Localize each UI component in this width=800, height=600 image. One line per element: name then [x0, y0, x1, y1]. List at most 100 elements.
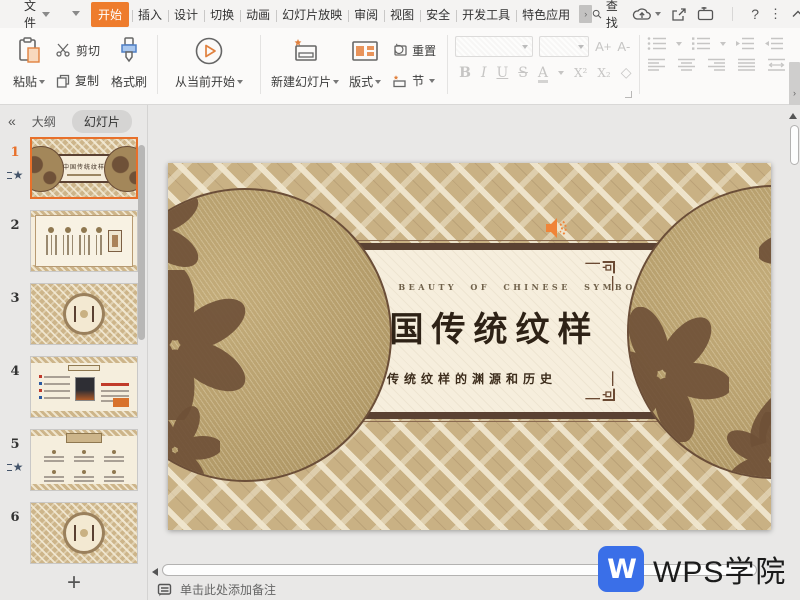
wps-logo-letter: W — [607, 554, 635, 585]
tab-security[interactable]: 安全 — [420, 2, 456, 27]
font-color-button[interactable]: A — [538, 65, 548, 81]
align-right-button[interactable] — [707, 58, 726, 72]
scroll-left-arrow[interactable] — [152, 568, 158, 576]
reset-button[interactable]: 重置 — [388, 40, 440, 61]
superscript-button[interactable]: X² — [574, 66, 587, 80]
right-ornament-circle — [627, 185, 771, 479]
paragraph-group — [645, 33, 788, 104]
divider — [639, 35, 640, 94]
underline-button[interactable]: U — [496, 65, 508, 81]
copy-button[interactable]: 复制 — [52, 70, 104, 91]
add-slide-button[interactable]: + — [52, 570, 96, 596]
tab-view[interactable]: 视图 — [384, 2, 420, 27]
tab-animations[interactable]: 动画 — [240, 2, 276, 27]
format-painter-button[interactable]: 格式刷 — [106, 33, 152, 104]
left-ornament-circle — [168, 188, 392, 482]
thumb4-top-strip — [31, 357, 137, 363]
align-left-button[interactable] — [647, 58, 666, 72]
thumb4-orange-block — [113, 398, 129, 407]
font-name-combo[interactable] — [455, 36, 533, 57]
bold-button[interactable]: B — [459, 65, 471, 81]
section-button[interactable]: 节 — [388, 70, 440, 91]
font-dialog-launcher[interactable] — [625, 91, 632, 98]
format-painter-icon — [117, 35, 141, 67]
strikethrough-button[interactable]: S — [518, 65, 528, 81]
slide-row-1: 1 ★ 中国传统纹样 — [0, 137, 147, 199]
layout-button[interactable]: 版式 — [344, 33, 386, 104]
search-icon — [592, 7, 602, 21]
font-group: A+ A- B I U S A X² X₂ ◇ — [453, 33, 633, 104]
numbering-button[interactable] — [691, 36, 711, 51]
section-label: 节 — [412, 72, 424, 89]
more-tabs-button[interactable]: › — [579, 5, 592, 23]
thumb4-red-bar — [101, 383, 129, 386]
share-button[interactable] — [671, 7, 687, 22]
thumb5-header-ribbon — [66, 433, 102, 443]
justify-button[interactable] — [737, 58, 756, 72]
sidebar-scrollbar[interactable] — [138, 145, 145, 340]
decrease-indent-button[interactable] — [735, 36, 755, 51]
tab-slideshow[interactable]: 幻灯片放映 — [276, 2, 348, 27]
distribute-button[interactable] — [767, 58, 786, 72]
menu-bar: 文件 开始 插入 设计 切换 动画 幻灯片放映 审阅 视图 安全 开发工具 特色… — [0, 0, 800, 28]
file-menu[interactable]: 文件 — [20, 0, 54, 31]
cut-button[interactable]: 剪切 — [52, 40, 104, 61]
paste-button[interactable]: 粘贴 — [8, 33, 50, 104]
bullets-button[interactable] — [647, 36, 667, 51]
slide-thumbnail-6[interactable] — [30, 502, 138, 564]
slide-thumbnail-1[interactable]: 中国传统纹样 — [30, 137, 138, 199]
chevron-down-icon — [655, 12, 661, 16]
thumb1-subtitle-bar — [67, 174, 101, 176]
search-button[interactable]: 查找 — [592, 0, 622, 31]
new-window-button[interactable] — [697, 7, 714, 21]
copy-icon — [56, 74, 70, 88]
animation-star-icon: ★ — [7, 168, 24, 182]
align-center-button[interactable] — [677, 58, 696, 72]
vertical-scrollbar-thumb[interactable] — [790, 125, 799, 165]
workspace: « 大纲 幻灯片 1 ★ 中国传统纹样 2 — [0, 105, 800, 600]
shrink-font-button[interactable]: A- — [617, 39, 630, 54]
thumb5-bottom-strip — [31, 484, 137, 490]
slide-thumbnail-5[interactable] — [30, 429, 138, 491]
collapse-ribbon-button[interactable] — [792, 10, 800, 18]
menu-bar-right: 查找 ? ⋮ — [592, 0, 800, 31]
slide-thumbnail-2[interactable] — [30, 210, 138, 272]
collapse-panel-button[interactable]: « — [8, 113, 16, 129]
cloud-sync-button[interactable] — [632, 7, 661, 21]
tab-outline[interactable]: 大纲 — [32, 113, 56, 130]
slide-thumbnail-4[interactable] — [30, 356, 138, 418]
tab-home[interactable]: 开始 — [91, 2, 129, 27]
play-from-current-button[interactable]: 从当前开始 — [163, 33, 255, 104]
numbered-list-icon — [691, 36, 711, 51]
grow-font-button[interactable]: A+ — [595, 39, 611, 54]
tab-transitions[interactable]: 切换 — [204, 2, 240, 27]
quick-access-dropdown-icon[interactable] — [72, 11, 80, 17]
font-size-combo[interactable] — [539, 36, 589, 57]
thumb2-frame — [35, 215, 133, 267]
help-button[interactable]: ? — [751, 6, 759, 22]
scroll-up-arrow[interactable] — [789, 113, 797, 119]
thumb4-left-rows — [39, 375, 70, 399]
reset-label: 重置 — [412, 42, 436, 59]
subscript-button[interactable]: X₂ — [597, 66, 610, 80]
tab-insert[interactable]: 插入 — [132, 2, 168, 27]
clear-format-button[interactable]: ◇ — [621, 64, 632, 81]
format-painter-label: 格式刷 — [111, 73, 147, 90]
slide-thumbnail-3[interactable] — [30, 283, 138, 345]
tab-devtools[interactable]: 开发工具 — [456, 2, 516, 27]
cloud-upload-icon — [632, 7, 652, 21]
new-slide-button[interactable]: 新建幻灯片 — [266, 33, 344, 104]
chevron-down-icon — [375, 80, 381, 84]
slide-editor[interactable]: UNVEIL THE BEAUTY OF CHINESE SYMBOLS 中国传… — [168, 163, 771, 530]
tab-special-apps[interactable]: 特色应用 — [516, 2, 576, 27]
audio-indicator[interactable] — [544, 215, 570, 241]
slide-row-3: 3 — [0, 283, 147, 345]
increase-indent-button[interactable] — [764, 36, 784, 51]
thumb3-circle — [63, 293, 105, 335]
tab-design[interactable]: 设计 — [168, 2, 204, 27]
more-options-button[interactable]: ⋮ — [769, 6, 782, 22]
italic-button[interactable]: I — [481, 65, 487, 81]
tab-slides[interactable]: 幻灯片 — [72, 110, 132, 133]
slide-row-6: 6 — [0, 502, 147, 564]
tab-review[interactable]: 审阅 — [348, 2, 384, 27]
